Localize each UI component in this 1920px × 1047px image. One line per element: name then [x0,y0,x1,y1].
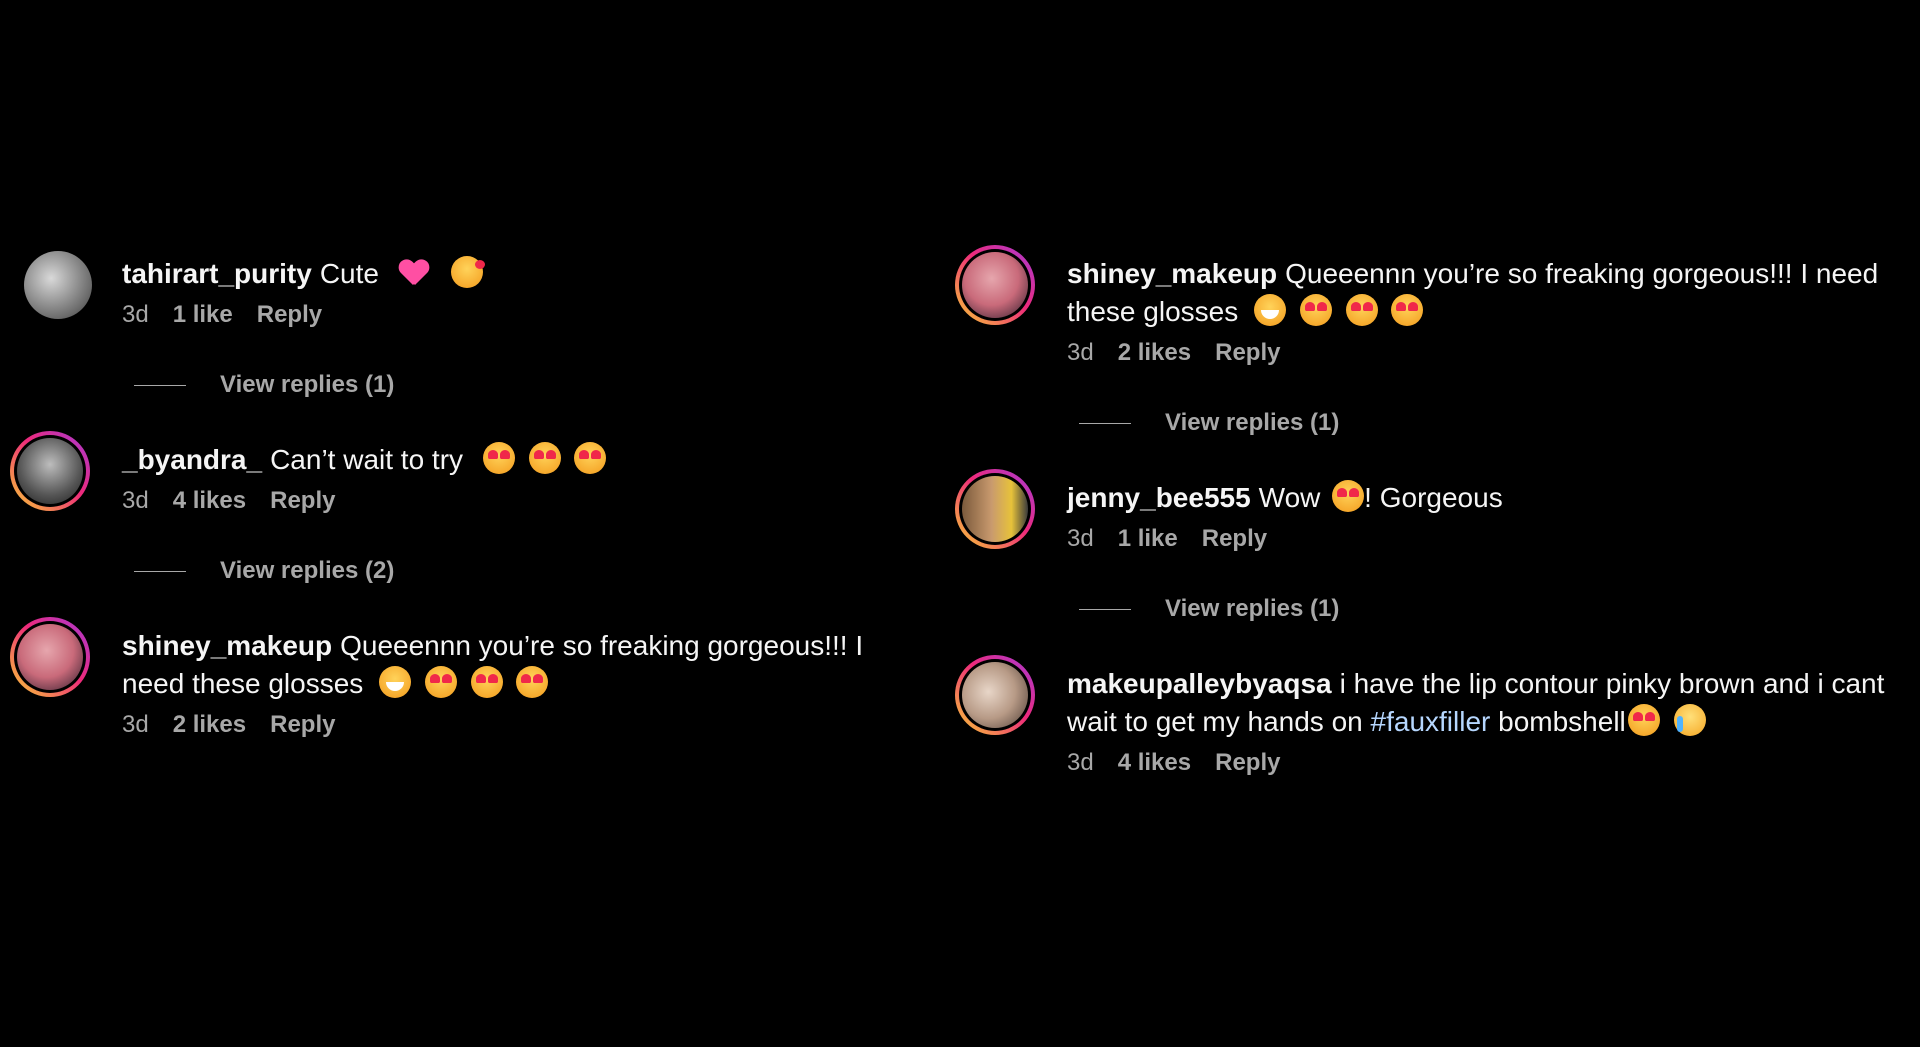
comment-likes[interactable]: 1 like [1118,525,1178,553]
comment-time: 3d [122,301,149,328]
comment-item: _byandra_ Can’t wait to try 3d 4 likes Re… [10,431,910,515]
comment-body: jenny_bee555 Wow ! Gorgeous 3d 1 like Rep… [1067,469,1885,553]
avatar[interactable] [955,469,1035,549]
comment-message: Cute [319,258,379,289]
avatar[interactable] [10,431,90,511]
view-replies-button[interactable]: View replies (1) [1079,409,1885,437]
heart-eyes-icon [1332,480,1365,512]
divider-line [134,384,186,386]
comment-text: shiney_makeup Queeennn you’re so freaking… [122,627,910,703]
comment-likes[interactable]: 1 like [173,301,233,329]
comment-item: tahirart_purity Cute 3d 1 like Reply [10,245,910,329]
comment-text: tahirart_purity Cute [122,255,910,293]
heart-eyes-icon [424,666,457,698]
comment-body: makeupalleybyaqsa i have the lip contour … [1067,655,1885,777]
comment-body: shiney_makeup Queeennn you’re so freaking… [1067,245,1885,367]
heart-eyes-icon [1345,294,1378,326]
divider-line [134,570,186,572]
comment-username[interactable]: jenny_bee555 [1067,482,1251,513]
divider-line [1079,608,1131,610]
comment-username[interactable]: _byandra_ [122,444,262,475]
crying-face-icon [1673,704,1706,736]
comment-item: shiney_makeup Queeennn you’re so freaking… [10,617,910,739]
view-replies-label: View replies (1) [1165,409,1340,436]
comment-text: shiney_makeup Queeennn you’re so freaking… [1067,255,1885,331]
avatar[interactable] [955,655,1035,735]
comment-meta: 3d 2 likes Reply [122,711,910,739]
comment-body: shiney_makeup Queeennn you’re so freaking… [122,617,910,739]
avatar[interactable] [955,245,1035,325]
comments-column-right[interactable]: shiney_makeup Queeennn you’re so freaking… [955,245,1885,821]
reply-button[interactable]: Reply [1202,525,1267,553]
comment-item: jenny_bee555 Wow ! Gorgeous 3d 1 like Rep… [955,469,1885,553]
pink-heart-icon [399,258,429,288]
smiling-face-with-hearts-icon [450,256,485,288]
grin-icon [379,666,412,698]
reply-button[interactable]: Reply [257,301,322,329]
view-replies-button[interactable]: View replies (1) [1079,595,1885,623]
view-replies-label: View replies (2) [220,557,395,584]
comment-username[interactable]: shiney_makeup [1067,258,1277,289]
comment-username[interactable]: tahirart_purity [122,258,312,289]
heart-eyes-icon [1299,294,1332,326]
comment-message: Wow [1258,482,1321,513]
comment-username[interactable]: shiney_makeup [122,630,332,661]
heart-eyes-icon [528,442,561,474]
heart-eyes-icon [470,666,503,698]
comment-meta: 3d 1 like Reply [1067,525,1885,553]
view-replies-label: View replies (1) [1165,595,1340,622]
comment-likes[interactable]: 2 likes [1118,339,1191,367]
view-replies-button[interactable]: View replies (2) [134,557,910,585]
comment-meta: 3d 2 likes Reply [1067,339,1885,367]
comment-item: makeupalleybyaqsa i have the lip contour … [955,655,1885,777]
hashtag-link[interactable]: #fauxfiller [1371,706,1491,737]
comment-likes[interactable]: 4 likes [173,487,246,515]
comment-text: _byandra_ Can’t wait to try [122,441,910,479]
reply-button[interactable]: Reply [270,711,335,739]
comment-time: 3d [122,487,149,514]
heart-eyes-icon [574,442,607,474]
heart-eyes-icon [482,442,515,474]
avatar[interactable] [18,245,98,325]
comment-likes[interactable]: 2 likes [173,711,246,739]
reply-button[interactable]: Reply [270,487,335,515]
comment-time: 3d [1067,749,1094,776]
comment-meta: 3d 4 likes Reply [122,487,910,515]
view-replies-label: View replies (1) [220,371,395,398]
avatar[interactable] [10,617,90,697]
comment-username[interactable]: makeupalleybyaqsa [1067,668,1332,699]
comment-text: makeupalleybyaqsa i have the lip contour … [1067,665,1885,741]
comment-text: jenny_bee555 Wow ! Gorgeous [1067,479,1885,517]
grin-icon [1254,294,1286,326]
comment-meta: 3d 1 like Reply [122,301,910,329]
reply-button[interactable]: Reply [1215,339,1280,367]
heart-eyes-icon [1627,704,1660,736]
divider-line [1079,422,1131,424]
comments-column-left: tahirart_purity Cute 3d 1 like Reply View… [10,245,910,739]
view-replies-button[interactable]: View replies (1) [134,371,910,399]
comment-body: _byandra_ Can’t wait to try 3d 4 likes Re… [122,431,910,515]
comment-time: 3d [1067,339,1094,366]
comment-body: tahirart_purity Cute 3d 1 like Reply [122,245,910,329]
comment-meta: 3d 4 likes Reply [1067,749,1885,777]
heart-eyes-icon [516,666,549,698]
comment-likes[interactable]: 4 likes [1118,749,1191,777]
reply-button[interactable]: Reply [1215,749,1280,777]
comment-time: 3d [122,711,149,738]
heart-eyes-icon [1391,294,1424,326]
comment-message: Can’t wait to try [270,444,464,475]
comment-message-end: ! Gorgeous [1364,482,1503,513]
comment-message-end: bombshell [1498,706,1626,737]
comment-item: shiney_makeup Queeennn you’re so freaking… [955,245,1885,367]
comment-time: 3d [1067,525,1094,552]
